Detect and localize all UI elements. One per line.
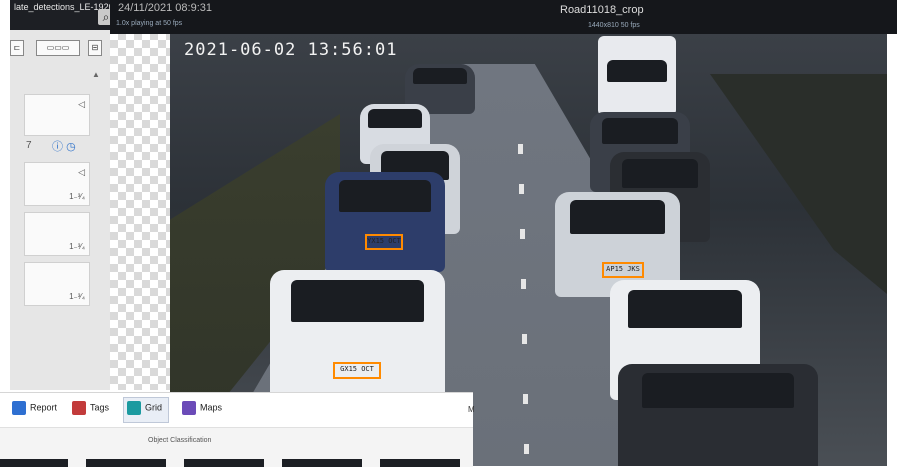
audio-icon: ◁: [78, 167, 85, 177]
lane-marking: [519, 184, 524, 194]
list-item[interactable]: 1₋³⁄₄: [24, 212, 90, 256]
lane-marking: [522, 334, 527, 344]
clip-title: Road11018_crop: [560, 4, 644, 16]
tags-label: Tags: [90, 402, 110, 413]
grid-label: Grid: [145, 402, 163, 413]
sidebar-toolbar: ⊏ ▭▭▭ ⊟: [10, 38, 110, 58]
card-meta: 1₋³⁄₄: [69, 242, 85, 251]
info-icon[interactable]: ⓘ: [52, 141, 63, 153]
report-label: Report: [30, 402, 58, 413]
detection-box[interactable]: AP15 JKS: [602, 262, 644, 278]
lane-marking: [524, 444, 529, 454]
main-toolbar: Report Tags Grid Maps M: [0, 393, 475, 428]
list-item[interactable]: ◁: [24, 94, 90, 136]
card-number: 7: [26, 140, 32, 151]
bottom-panel: Report Tags Grid Maps M Object Classific…: [0, 392, 475, 467]
header-time: 24/11/2021 08:9:31: [118, 2, 212, 14]
maps-icon: [182, 401, 196, 415]
roadside-vegetation-right: [710, 74, 887, 294]
playback-rate: 1.0x playing at 50 fps: [116, 20, 183, 27]
collapse-button[interactable]: ⊟: [88, 40, 102, 56]
tags-button[interactable]: Tags: [72, 401, 109, 415]
maps-label: Maps: [200, 402, 223, 413]
list-item[interactable]: ◁ 1₋³⁄₄: [24, 162, 90, 206]
grid-button[interactable]: Grid: [127, 401, 162, 415]
card-meta: 1₋³⁄₄: [69, 192, 85, 201]
vehicle-blue: [325, 172, 445, 272]
clock-icon[interactable]: ◷: [66, 141, 76, 153]
vehicle: [618, 364, 818, 466]
list-item[interactable]: 1₋³⁄₄: [24, 262, 90, 306]
detection-box[interactable]: GX15 OCT: [333, 362, 381, 379]
detection-box[interactable]: YX15 OCT: [365, 234, 403, 250]
card-meta: 1₋³⁄₄: [69, 292, 85, 301]
clip-resolution: 1440x810 50 fps: [588, 22, 640, 29]
layout-grid-button[interactable]: ▭▭▭: [36, 40, 80, 56]
grid-icon: [127, 401, 141, 415]
lane-marking: [520, 229, 525, 239]
maps-button[interactable]: Maps: [182, 401, 222, 415]
video-timestamp: 2021-06-02 13:56:01: [184, 40, 398, 60]
lane-marking: [523, 394, 528, 404]
tags-icon: [72, 401, 86, 415]
more-menu[interactable]: M: [468, 405, 475, 414]
report-icon: [12, 401, 26, 415]
vehicle: [270, 270, 445, 400]
video-header: 24/11/2021 08:9:31 1.0x playing at 50 fp…: [110, 0, 897, 34]
report-button[interactable]: Report: [12, 401, 57, 415]
scroll-up-icon[interactable]: ▲: [92, 70, 100, 79]
vehicle-truck: [598, 36, 676, 116]
transparency-background: [110, 0, 170, 390]
lane-marking: [518, 144, 523, 154]
object-classification-dropdown[interactable]: Object Classification: [148, 437, 211, 444]
view-toggle-button[interactable]: ⊏: [10, 40, 24, 56]
audio-icon: ◁: [78, 99, 85, 109]
lane-marking: [521, 279, 526, 289]
